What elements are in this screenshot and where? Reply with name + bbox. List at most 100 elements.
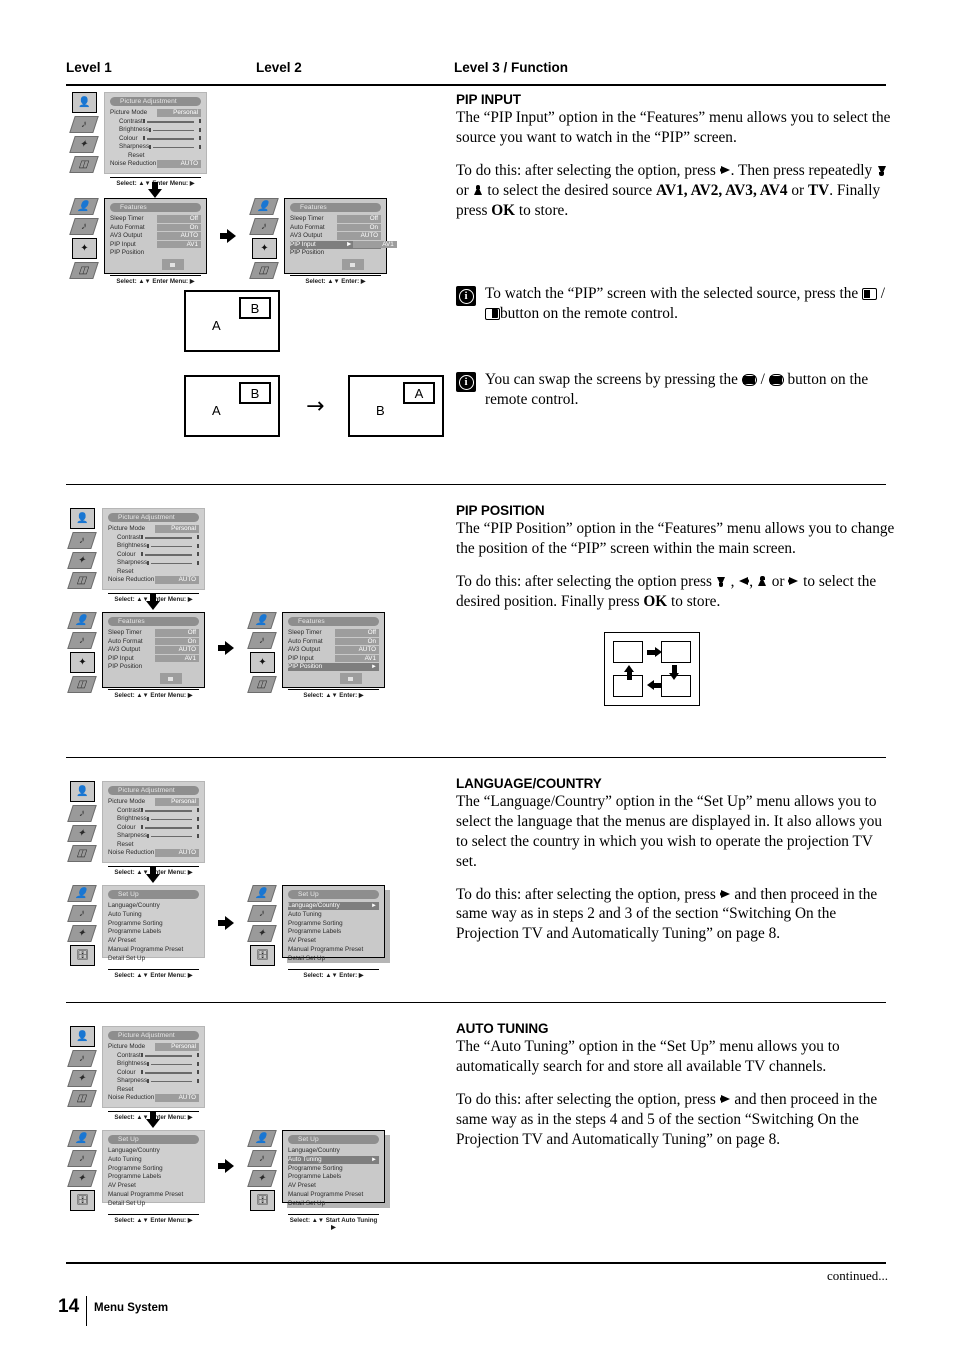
osd-row-brightness[interactable]: Brightness xyxy=(110,126,201,134)
osd-row-sleep-timer[interactable]: Sleep Timer Off xyxy=(288,629,379,637)
osd-row-colour[interactable]: Colour xyxy=(108,1069,199,1077)
picture-icon[interactable]: 👤 xyxy=(67,612,97,629)
osd-row-pip-input[interactable]: PIP Input AV1 xyxy=(108,655,199,663)
osd-row-pip-position[interactable]: PIP Position xyxy=(108,663,199,671)
brightness-slider[interactable] xyxy=(148,127,201,134)
contrast-slider[interactable] xyxy=(143,118,201,125)
osd-row-brightness[interactable]: Brightness xyxy=(108,542,199,550)
setup-icon[interactable]: 🗄 xyxy=(70,1190,95,1211)
colour-slider[interactable] xyxy=(141,1069,199,1076)
osd-row-programme-sorting[interactable]: Programme Sorting xyxy=(288,920,379,928)
features-icon[interactable]: ✦ xyxy=(252,238,277,259)
osd-row-sharpness[interactable]: Sharpness xyxy=(110,143,201,151)
brightness-slider[interactable] xyxy=(146,1061,199,1068)
osd-row-av-preset[interactable]: AV Preset xyxy=(288,1182,379,1190)
features-icon[interactable]: ✦ xyxy=(247,1170,277,1187)
picture-icon[interactable]: 👤 xyxy=(70,508,95,529)
sound-icon[interactable]: ♪ xyxy=(249,218,279,235)
sound-icon[interactable]: ♪ xyxy=(67,1150,97,1167)
osd-row-picture-mode[interactable]: Picture Mode Personal xyxy=(108,1043,199,1051)
osd-row-programme-labels[interactable]: Programme Labels xyxy=(288,1173,379,1181)
osd-row-av3-output[interactable]: AV3 Output AUTO xyxy=(108,646,199,654)
osd-row-sharpness[interactable]: Sharpness xyxy=(108,832,199,840)
osd-row-auto-format[interactable]: Auto Format On xyxy=(290,224,381,232)
setup-icon[interactable]: ◫ xyxy=(67,572,97,589)
osd-row-detail-set-up[interactable]: Detail Set Up xyxy=(288,955,379,963)
picture-icon[interactable]: 👤 xyxy=(69,198,99,215)
osd-row-contrast[interactable]: Contrast xyxy=(108,807,199,815)
setup-icon[interactable]: ◫ xyxy=(67,845,97,862)
features-icon[interactable]: ✦ xyxy=(67,1170,97,1187)
setup-icon[interactable]: ◫ xyxy=(67,676,97,693)
osd-row-programme-sorting[interactable]: Programme Sorting xyxy=(108,1165,199,1173)
osd-row-picture-mode[interactable]: Picture Mode Personal xyxy=(108,525,199,533)
osd-row-auto-format[interactable]: Auto Format On xyxy=(110,224,201,232)
features-icon[interactable]: ✦ xyxy=(67,925,97,942)
osd-row-sleep-timer[interactable]: Sleep Timer Off xyxy=(290,215,381,223)
features-icon[interactable]: ✦ xyxy=(247,925,277,942)
osd-row-detail-set-up[interactable]: Detail Set Up xyxy=(108,1200,199,1208)
osd-row-pip-input[interactable]: PIP Input AV1 xyxy=(110,241,201,249)
osd-row-programme-labels[interactable]: Programme Labels xyxy=(108,1173,199,1181)
osd-row-av3-output[interactable]: AV3 Output AUTO xyxy=(110,232,201,240)
osd-row-manual-programme-preset[interactable]: Manual Programme Preset xyxy=(108,946,199,954)
osd-row-language-country[interactable]: Language/Country xyxy=(108,902,199,910)
setup-icon[interactable]: ◫ xyxy=(249,262,279,279)
setup-icon[interactable]: ◫ xyxy=(67,1090,97,1107)
osd-row-manual-programme-preset[interactable]: Manual Programme Preset xyxy=(288,946,379,954)
osd-row-programme-labels[interactable]: Programme Labels xyxy=(108,928,199,936)
setup-icon[interactable]: ◫ xyxy=(69,262,99,279)
osd-row-noise-reduction[interactable]: Noise Reduction AUTO xyxy=(110,160,201,168)
contrast-slider[interactable] xyxy=(141,1052,199,1059)
osd-row-brightness[interactable]: Brightness xyxy=(108,815,199,823)
osd-row-manual-programme-preset[interactable]: Manual Programme Preset xyxy=(108,1191,199,1199)
osd-row-contrast[interactable]: Contrast xyxy=(110,118,201,126)
setup-icon[interactable]: 🗄 xyxy=(250,945,275,966)
osd-row-pip-position[interactable]: PIP Position xyxy=(290,249,381,257)
sharpness-slider[interactable] xyxy=(147,833,199,840)
osd-row-noise-reduction[interactable]: Noise Reduction AUTO xyxy=(108,576,199,584)
osd-row-pip-input-selected[interactable]: PIP Input ► AV1 xyxy=(290,240,397,249)
sound-icon[interactable]: ♪ xyxy=(69,218,99,235)
brightness-slider[interactable] xyxy=(146,816,199,823)
osd-row-auto-tuning[interactable]: Auto Tuning xyxy=(108,1156,199,1164)
osd-row-av3-output[interactable]: AV3 Output AUTO xyxy=(290,232,381,240)
osd-row-av3-output[interactable]: AV3 Output AUTO xyxy=(288,646,379,654)
sound-icon[interactable]: ♪ xyxy=(67,532,97,549)
sound-icon[interactable]: ♪ xyxy=(67,905,97,922)
features-icon[interactable]: ✦ xyxy=(67,552,97,569)
osd-row-reset[interactable]: Reset xyxy=(108,568,199,576)
picture-icon[interactable]: 👤 xyxy=(70,781,95,802)
osd-row-pip-input[interactable]: PIP Input AV1 xyxy=(288,655,379,663)
features-icon[interactable]: ✦ xyxy=(250,652,275,673)
osd-row-auto-tuning[interactable]: Auto Tuning xyxy=(108,911,199,919)
picture-icon[interactable]: 👤 xyxy=(72,92,97,113)
osd-row-noise-reduction[interactable]: Noise Reduction AUTO xyxy=(108,1094,199,1102)
features-icon[interactable]: ✦ xyxy=(67,1070,97,1087)
setup-icon[interactable]: ◫ xyxy=(69,156,99,173)
osd-row-sharpness[interactable]: Sharpness xyxy=(108,1077,199,1085)
osd-row-language-country[interactable]: Language/Country xyxy=(108,1147,199,1155)
osd-row-reset[interactable]: Reset xyxy=(110,152,201,160)
osd-row-auto-format[interactable]: Auto Format On xyxy=(288,638,379,646)
osd-row-reset[interactable]: Reset xyxy=(108,841,199,849)
osd-row-manual-programme-preset[interactable]: Manual Programme Preset xyxy=(288,1191,379,1199)
picture-icon[interactable]: 👤 xyxy=(70,1026,95,1047)
osd-row-noise-reduction[interactable]: Noise Reduction AUTO xyxy=(108,849,199,857)
features-icon[interactable]: ✦ xyxy=(72,238,97,259)
setup-icon[interactable]: 🗄 xyxy=(250,1190,275,1211)
osd-row-colour[interactable]: Colour xyxy=(108,824,199,832)
sound-icon[interactable]: ♪ xyxy=(69,116,99,133)
sound-icon[interactable]: ♪ xyxy=(67,632,97,649)
osd-row-colour[interactable]: Colour xyxy=(108,551,199,559)
brightness-slider[interactable] xyxy=(146,543,199,550)
osd-row-auto-tuning-selected[interactable]: Auto Tuning ► xyxy=(288,1155,379,1165)
colour-slider[interactable] xyxy=(141,551,199,558)
osd-row-programme-labels[interactable]: Programme Labels xyxy=(288,928,379,936)
osd-row-auto-format[interactable]: Auto Format On xyxy=(108,638,199,646)
sound-icon[interactable]: ♪ xyxy=(247,1150,277,1167)
sound-icon[interactable]: ♪ xyxy=(247,632,277,649)
osd-row-language-country[interactable]: Language/Country xyxy=(288,1147,379,1155)
setup-icon[interactable]: 🗄 xyxy=(70,945,95,966)
picture-icon[interactable]: 👤 xyxy=(67,1130,97,1147)
